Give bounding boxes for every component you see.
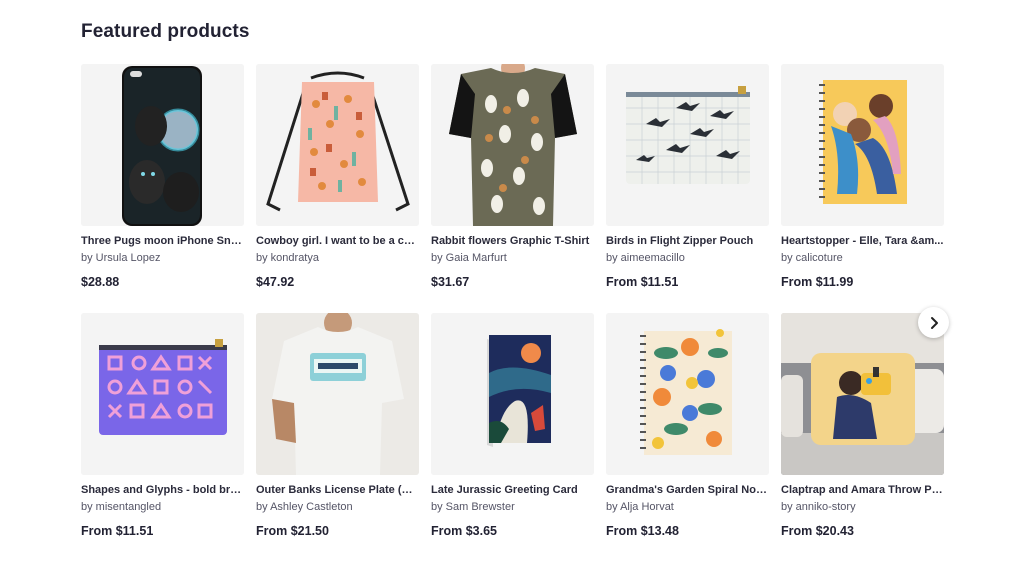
product-artist[interactable]: by misentangled (81, 500, 244, 514)
product-title[interactable]: Shapes and Glyphs - bold bru... (81, 483, 244, 497)
product-card[interactable]: Shapes and Glyphs - bold bru... by misen… (81, 313, 244, 538)
product-title[interactable]: Late Jurassic Greeting Card (431, 483, 594, 497)
product-image[interactable] (781, 64, 944, 226)
product-title[interactable]: Cowboy girl. I want to be a co... (256, 234, 419, 248)
product-card[interactable]: Rabbit flowers Graphic T-Shirt by Gaia M… (431, 64, 594, 289)
product-image[interactable] (431, 64, 594, 226)
product-artist[interactable]: by Sam Brewster (431, 500, 594, 514)
product-image[interactable] (81, 313, 244, 475)
product-card[interactable]: Three Pugs moon iPhone Sna... by Ursula … (81, 64, 244, 289)
product-artist[interactable]: by aimeemacillo (606, 251, 769, 265)
product-title[interactable]: Three Pugs moon iPhone Sna... (81, 234, 244, 248)
product-title[interactable]: Heartstopper - Elle, Tara &am... (781, 234, 944, 248)
product-image[interactable] (606, 64, 769, 226)
product-price: From $20.43 (781, 524, 854, 538)
product-card[interactable]: Claptrap and Amara Throw Pill... by anni… (781, 313, 944, 538)
product-card[interactable]: Cowboy girl. I want to be a co... by kon… (256, 64, 419, 289)
product-image[interactable] (431, 313, 594, 475)
product-title[interactable]: Outer Banks License Plate (Ou... (256, 483, 419, 497)
section-title: Featured products (81, 21, 250, 42)
product-artist[interactable]: by kondratya (256, 251, 419, 265)
carousel-next-button[interactable] (918, 307, 949, 338)
product-artist[interactable]: by Gaia Marfurt (431, 251, 594, 265)
product-image[interactable] (781, 313, 944, 475)
product-title[interactable]: Birds in Flight Zipper Pouch (606, 234, 769, 248)
product-grid: Three Pugs moon iPhone Sna... by Ursula … (81, 64, 944, 538)
product-price: From $11.99 (781, 275, 854, 289)
product-card[interactable]: Outer Banks License Plate (Ou... by Ashl… (256, 313, 419, 538)
product-price: From $21.50 (256, 524, 329, 538)
product-card[interactable]: Birds in Flight Zipper Pouch by aimeemac… (606, 64, 769, 289)
product-image[interactable] (256, 313, 419, 475)
product-price: From $11.51 (81, 524, 154, 538)
product-price: $47.92 (256, 275, 295, 289)
product-artist[interactable]: by Ashley Castleton (256, 500, 419, 514)
product-card[interactable]: Heartstopper - Elle, Tara &am... by cali… (781, 64, 944, 289)
product-artist[interactable]: by anniko-story (781, 500, 944, 514)
product-price: From $13.48 (606, 524, 679, 538)
product-title[interactable]: Claptrap and Amara Throw Pill... (781, 483, 944, 497)
product-price: From $11.51 (606, 275, 679, 289)
product-card[interactable]: Grandma's Garden Spiral Note... by Alja … (606, 313, 769, 538)
product-artist[interactable]: by Ursula Lopez (81, 251, 244, 265)
product-image[interactable] (606, 313, 769, 475)
product-artist[interactable]: by calicoture (781, 251, 944, 265)
product-image[interactable] (256, 64, 419, 226)
chevron-right-icon (930, 316, 938, 329)
product-artist[interactable]: by Alja Horvat (606, 500, 769, 514)
product-price: $31.67 (431, 275, 470, 289)
product-title[interactable]: Rabbit flowers Graphic T-Shirt (431, 234, 594, 248)
product-price: $28.88 (81, 275, 120, 289)
product-price: From $3.65 (431, 524, 498, 538)
product-image[interactable] (81, 64, 244, 226)
product-card[interactable]: Late Jurassic Greeting Card by Sam Brews… (431, 313, 594, 538)
product-title[interactable]: Grandma's Garden Spiral Note... (606, 483, 769, 497)
